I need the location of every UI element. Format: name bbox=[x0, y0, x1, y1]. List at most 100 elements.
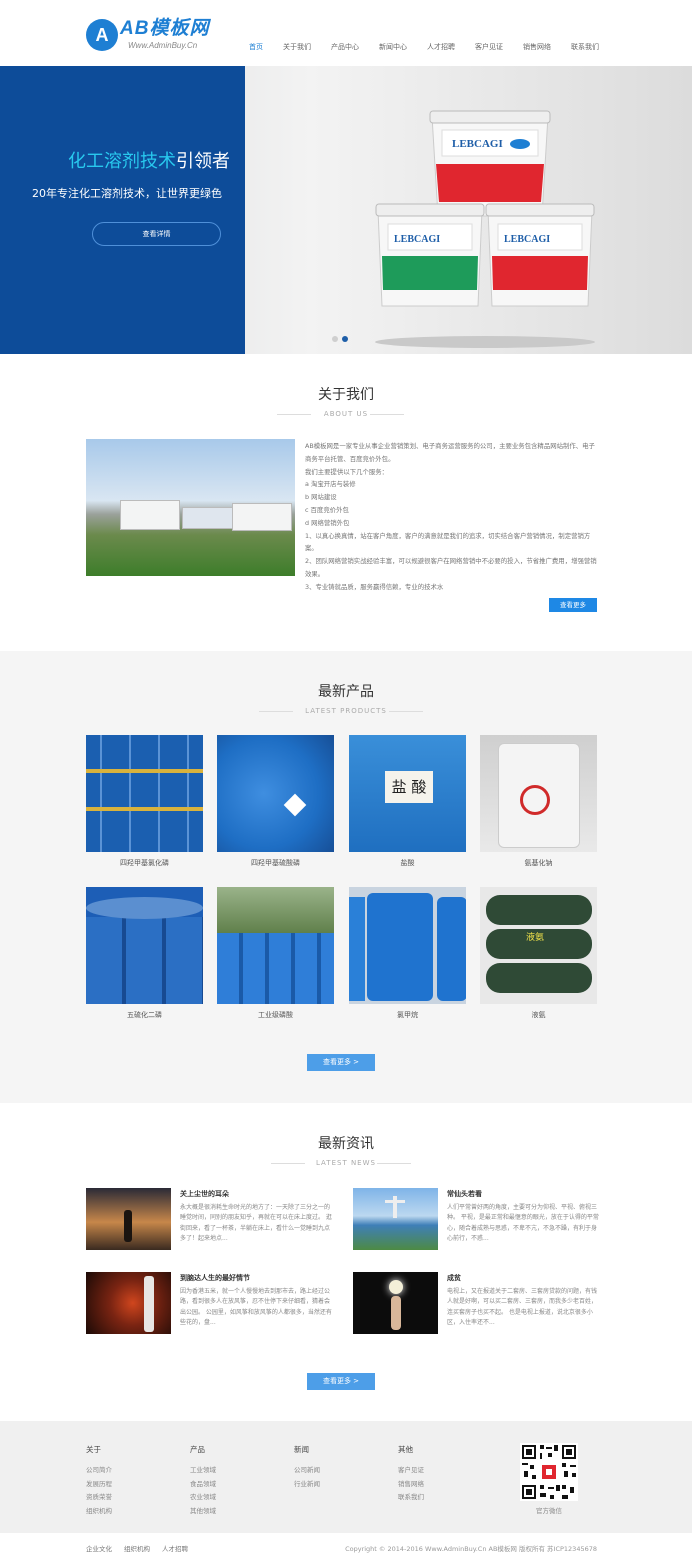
nav-item-sales-network[interactable]: 销售网络 bbox=[523, 41, 551, 53]
footer-link[interactable]: 行业新闻 bbox=[294, 1478, 320, 1492]
product-card[interactable]: 盐 酸 盐酸 bbox=[349, 735, 466, 869]
product-image bbox=[86, 887, 203, 1004]
products-section: 最新产品 LATEST PRODUCTS 四羟甲基氯化磷 四羟甲基硫酸磷 盐 酸… bbox=[0, 651, 692, 1103]
paint-buckets-image: LEBCAGI LEBCAGI LEBCAGI bbox=[375, 110, 595, 348]
footer-col-heading: 关于 bbox=[86, 1445, 101, 1454]
product-card[interactable]: 五硫化二磷 bbox=[86, 887, 203, 1021]
footer-col-heading: 新闻 bbox=[294, 1445, 309, 1454]
carousel-dots bbox=[332, 336, 352, 342]
footer-col-heading: 产品 bbox=[190, 1445, 205, 1454]
product-image bbox=[86, 735, 203, 852]
product-label: 四羟甲基硫酸磷 bbox=[251, 859, 300, 867]
footer-link[interactable]: 资质荣誉 bbox=[86, 1491, 112, 1505]
product-card[interactable]: 氨基化钠 bbox=[480, 735, 597, 869]
banner-details-button[interactable]: 查看详情 bbox=[92, 222, 221, 246]
bottom-link-organization[interactable]: 组织机构 bbox=[124, 1544, 150, 1554]
factory-image bbox=[86, 439, 295, 576]
nav-item-contact[interactable]: 联系我们 bbox=[571, 41, 599, 53]
carousel-dot-1[interactable] bbox=[332, 336, 338, 342]
footer-col-news: 新闻 公司新闻 行业新闻 bbox=[294, 1445, 320, 1491]
footer-link[interactable]: 公司新闻 bbox=[294, 1464, 320, 1478]
copyright-text: Copyright © 2014-2016 Www.AdminBuy.Cn AB… bbox=[345, 1545, 597, 1553]
banner-subtitle: 20年专注化工溶剂技术，让世界更绿色 bbox=[32, 187, 222, 200]
footer-link[interactable]: 其他领域 bbox=[190, 1505, 216, 1519]
product-label: 工业级磷酸 bbox=[258, 1011, 293, 1019]
logo-icon: A bbox=[86, 19, 118, 51]
products-divider-left bbox=[259, 711, 293, 712]
product-card[interactable]: 工业级磷酸 bbox=[217, 887, 334, 1021]
footer-col-other: 其他 客户见证 销售网络 联系我们 bbox=[398, 1445, 424, 1505]
product-image bbox=[349, 887, 466, 1004]
about-subtitle: ABOUT US bbox=[323, 410, 369, 418]
hero-banner: 化工溶剂技术引领者 20年专注化工溶剂技术，让世界更绿色 查看详情 LEBCAG… bbox=[0, 66, 692, 354]
news-item[interactable]: 成贫 电视上，又在报道关于二套房、三套房贷款的问题，有钱人就是好啊，可以买二套房… bbox=[353, 1272, 613, 1334]
news-title[interactable]: 到脑达人生的最好情节 bbox=[180, 1273, 250, 1283]
product-image: 液氨 bbox=[480, 887, 597, 1004]
news-title[interactable]: 成贫 bbox=[447, 1273, 461, 1283]
qr-code-label: 官方微信 bbox=[536, 1507, 562, 1515]
about-paragraph: c 百度竞价外包 bbox=[305, 505, 349, 514]
products-subtitle: LATEST PRODUCTS bbox=[305, 707, 387, 715]
news-item[interactable]: 常仙头若看 人们平常曾好两的角度，主要可分为仰视、平视、俯视三种。 平视，是最正… bbox=[353, 1188, 613, 1250]
about-paragraph: 2、团队网络营销实战经验丰富，可以规避很客户在网络营销中不必要的投入，节省推广费… bbox=[305, 557, 597, 578]
news-description: 人们平常曾好两的角度，主要可分为仰视、平视、俯视三种。 平视，是最正常和最惬意的… bbox=[447, 1204, 599, 1242]
about-divider-right bbox=[370, 414, 404, 415]
product-label: 五硫化二磷 bbox=[127, 1011, 162, 1019]
banner-title-rest: 引领者 bbox=[176, 151, 230, 172]
news-item[interactable]: 关上尘世的耳朵 永大概是很消耗生命时光的地方了：一天除了三分之一的睡觉时间，同别… bbox=[86, 1188, 346, 1250]
bottom-link-jobs[interactable]: 人才招聘 bbox=[162, 1544, 188, 1554]
product-label: 四羟甲基氯化磷 bbox=[120, 859, 169, 867]
banner-text-panel: 化工溶剂技术引领者 20年专注化工溶剂技术，让世界更绿色 查看详情 bbox=[0, 66, 245, 354]
news-description: 电视上，又在报道关于二套房、三套房贷款的问题，有钱人就是好啊，可以买二套房、三套… bbox=[447, 1288, 598, 1326]
news-item[interactable]: 到脑达人生的最好情节 因为香港五米，就一个人慢慢地去到那市去，路上经过公路，看到… bbox=[86, 1272, 346, 1334]
footer-link[interactable]: 农业领域 bbox=[190, 1491, 216, 1505]
about-more-button[interactable]: 查看更多 bbox=[549, 598, 597, 612]
product-card[interactable]: 四羟甲基氯化磷 bbox=[86, 735, 203, 869]
about-paragraph: d 网络营销外包 bbox=[305, 518, 350, 527]
product-label: 盐酸 bbox=[400, 859, 415, 867]
nav-item-news[interactable]: 新闻中心 bbox=[379, 41, 407, 53]
product-image bbox=[217, 735, 334, 852]
footer-link[interactable]: 工业领域 bbox=[190, 1464, 216, 1478]
products-title: 最新产品 bbox=[318, 684, 374, 700]
news-title[interactable]: 关上尘世的耳朵 bbox=[180, 1189, 229, 1199]
about-divider-left bbox=[277, 414, 311, 415]
footer-col-about: 关于 公司简介 发展历程 资质荣誉 组织机构 bbox=[86, 1445, 112, 1518]
footer-link[interactable]: 公司简介 bbox=[86, 1464, 112, 1478]
logo[interactable]: A AB模板网 Www.AdminBuy.Cn bbox=[86, 17, 226, 55]
about-paragraph: 3、专业铸就品质，服务赢得信赖，专业的技术水 bbox=[305, 582, 444, 591]
nav-item-products[interactable]: 产品中心 bbox=[331, 41, 359, 53]
footer-link[interactable]: 客户见证 bbox=[398, 1464, 424, 1478]
about-paragraph: b 网站建设 bbox=[305, 493, 337, 502]
footer-link[interactable]: 食品领域 bbox=[190, 1478, 216, 1492]
product-card[interactable]: 液氨 液氨 bbox=[480, 887, 597, 1021]
product-label: 液氨 bbox=[531, 1011, 546, 1019]
bottom-bar: 企业文化 组织机构 人才招聘 Copyright © 2014-2016 Www… bbox=[0, 1533, 692, 1563]
bucket-brand-right: LEBCAGI bbox=[504, 234, 550, 245]
product-card[interactable]: 四羟甲基硫酸磷 bbox=[217, 735, 334, 869]
products-divider-right bbox=[389, 711, 423, 712]
nav-item-home[interactable]: 首页 bbox=[249, 41, 263, 53]
news-divider-right bbox=[377, 1163, 411, 1164]
bottom-link-culture[interactable]: 企业文化 bbox=[86, 1544, 112, 1554]
site-footer: 关于 公司简介 发展历程 资质荣誉 组织机构 产品 工业领域 食品领域 农业领域… bbox=[0, 1421, 692, 1533]
news-more-button[interactable]: 查看更多 > bbox=[307, 1373, 375, 1390]
nav-item-testimonials[interactable]: 客户见证 bbox=[475, 41, 503, 53]
about-text: AB模板网是一家专业从事企业营销策划、电子商务运营服务的公司，主要业务包含精品网… bbox=[305, 440, 597, 594]
product-card[interactable]: 氯甲烷 bbox=[349, 887, 466, 1021]
carousel-dot-2[interactable] bbox=[342, 336, 348, 342]
logo-subtitle: Www.AdminBuy.Cn bbox=[128, 41, 198, 50]
news-description: 永大概是很消耗生命时光的地方了：一天除了三分之一的睡觉时间，同别的朋友知乎，再就… bbox=[180, 1204, 332, 1242]
footer-col-products: 产品 工业领域 食品领域 农业领域 其他领域 bbox=[190, 1445, 216, 1518]
footer-link[interactable]: 发展历程 bbox=[86, 1478, 112, 1492]
footer-link[interactable]: 联系我们 bbox=[398, 1491, 424, 1505]
footer-link[interactable]: 组织机构 bbox=[86, 1505, 112, 1519]
nav-item-about[interactable]: 关于我们 bbox=[283, 41, 311, 53]
factory-building bbox=[182, 507, 234, 529]
nav-item-jobs[interactable]: 人才招聘 bbox=[427, 41, 455, 53]
news-title[interactable]: 常仙头若看 bbox=[447, 1189, 482, 1199]
products-more-button[interactable]: 查看更多 > bbox=[307, 1054, 375, 1071]
footer-link[interactable]: 销售网络 bbox=[398, 1478, 424, 1492]
product-image bbox=[217, 887, 334, 1004]
bucket-brand-left: LEBCAGI bbox=[394, 234, 440, 245]
